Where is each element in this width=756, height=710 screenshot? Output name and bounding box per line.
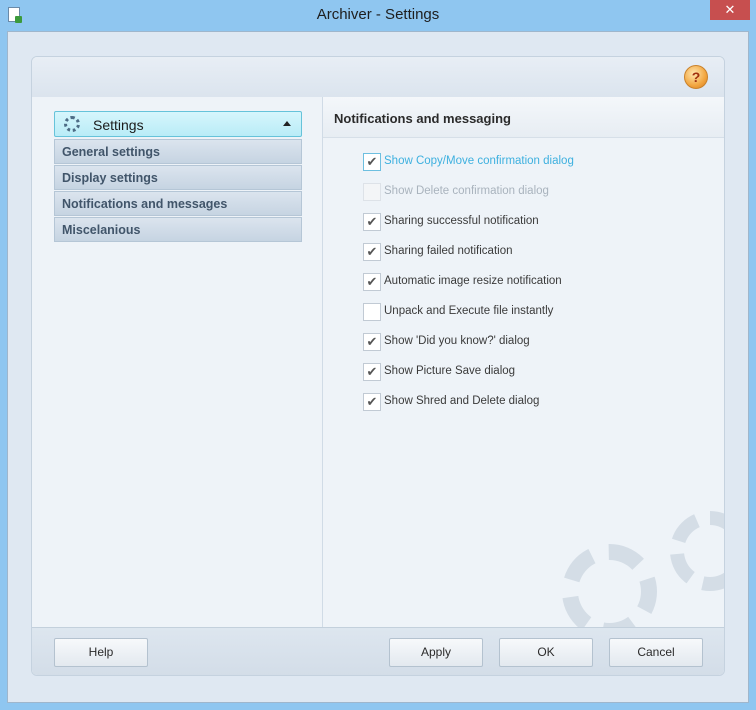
option-label: Show Copy/Move confirmation dialog xyxy=(384,155,574,167)
apply-button[interactable]: Apply xyxy=(389,638,483,667)
gear-icon xyxy=(64,116,80,132)
sidebar-nav: General settings Display settings Notifi… xyxy=(54,139,302,243)
button-bar: Help Apply OK Cancel xyxy=(32,627,724,675)
option-label: Show Delete confirmation dialog xyxy=(384,185,549,197)
settings-panel: ? Settings General settings Display sett… xyxy=(31,56,725,676)
section-header: Notifications and messaging xyxy=(323,97,724,138)
checkbox[interactable] xyxy=(363,183,381,201)
section-title: Notifications and messaging xyxy=(334,111,511,126)
sidebar-item-display-settings[interactable]: Display settings xyxy=(54,165,302,190)
checkbox[interactable]: ✔ xyxy=(363,333,381,351)
gear-medium-icon xyxy=(670,511,724,591)
option-label: Sharing failed notification xyxy=(384,245,513,257)
cancel-button[interactable]: Cancel xyxy=(609,638,703,667)
option-label: Show Picture Save dialog xyxy=(384,365,516,377)
gears-watermark-icon xyxy=(552,506,724,627)
checkbox[interactable]: ✔ xyxy=(363,213,381,231)
window-title: Archiver - Settings xyxy=(316,6,440,23)
sidebar-item-general-settings[interactable]: General settings xyxy=(54,139,302,164)
option-label: Unpack and Execute file instantly xyxy=(384,305,554,317)
settings-group-header[interactable]: Settings xyxy=(54,111,302,137)
title-bar: Archiver - Settings ✕ xyxy=(0,0,756,31)
option-label: Show 'Did you know?' dialog xyxy=(384,335,530,347)
sidebar-item-miscelanious[interactable]: Miscelanious xyxy=(54,217,302,242)
option-label: Sharing successful notification xyxy=(384,215,539,227)
help-orb-icon[interactable]: ? xyxy=(684,65,708,89)
option-label: Automatic image resize notification xyxy=(384,275,562,287)
checkbox[interactable] xyxy=(363,303,381,321)
checkbox[interactable]: ✔ xyxy=(363,393,381,411)
checkbox[interactable]: ✔ xyxy=(363,363,381,381)
checkbox[interactable]: ✔ xyxy=(363,243,381,261)
panel-top-bar: ? xyxy=(32,57,724,98)
checkbox[interactable]: ✔ xyxy=(363,153,381,171)
chevron-up-icon xyxy=(283,121,291,126)
content-pane: Notifications and messaging ✔ Show Copy/… xyxy=(323,97,724,627)
ok-button[interactable]: OK xyxy=(499,638,593,667)
checkbox[interactable]: ✔ xyxy=(363,273,381,291)
sidebar-item-notifications[interactable]: Notifications and messages xyxy=(54,191,302,216)
gear-large-icon xyxy=(562,544,657,627)
settings-group-label: Settings xyxy=(93,117,144,133)
sidebar: Settings General settings Display settin… xyxy=(32,97,323,627)
help-button[interactable]: Help xyxy=(54,638,148,667)
close-button[interactable]: ✕ xyxy=(710,0,750,20)
option-label: Show Shred and Delete dialog xyxy=(384,395,540,407)
